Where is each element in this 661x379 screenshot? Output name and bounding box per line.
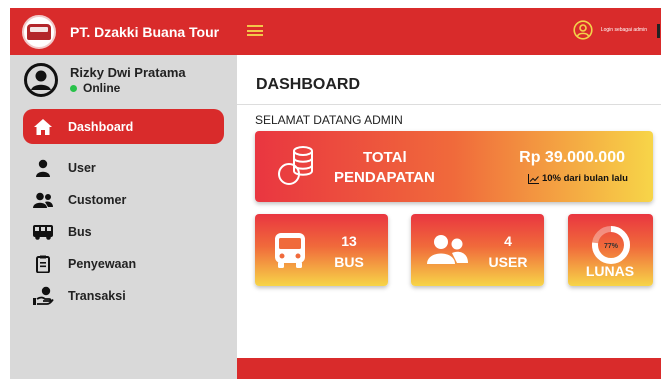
total-income-growth: 10% dari bulan lalu [527, 173, 628, 184]
user-status-label: Online [83, 81, 121, 95]
coins-icon [278, 146, 313, 185]
user-name: Rizky Dwi Pratama [70, 65, 186, 80]
account-menu[interactable]: Login sebagai admin [573, 20, 647, 40]
topbar: Login sebagai admin [237, 8, 661, 55]
sidebar-item-label: Bus [68, 225, 92, 239]
user-count-card[interactable]: 4 USER [411, 214, 544, 286]
total-income-card[interactable]: TOTAl PENDAPATAN Rp 39.000.000 10% dari … [255, 131, 653, 202]
sidebar-item-penyewaan[interactable]: Penyewaan [10, 248, 237, 280]
paid-percent: 77% [604, 243, 619, 250]
user-count-label: USER [488, 254, 528, 270]
hand-coin-icon [32, 286, 54, 306]
login-as-text: Login sebagai admin [600, 27, 647, 33]
bus-front-icon [275, 233, 305, 268]
bus-count-label: BUS [334, 254, 364, 270]
page-title: DASHBOARD [256, 76, 360, 93]
sidebar-item-user[interactable]: User [10, 152, 237, 184]
trend-up-icon [527, 173, 539, 184]
paid-label: LUNAS [585, 263, 635, 279]
sidebar-item-dashboard[interactable]: Dashboard [23, 109, 224, 144]
users-icon [32, 190, 54, 210]
user-icon [32, 158, 54, 178]
user-status: Online [70, 81, 186, 95]
bus-logo[interactable] [22, 14, 56, 49]
clipboard-icon [32, 254, 54, 274]
users-group-icon [427, 235, 468, 264]
page-header: DASHBOARD [237, 55, 661, 105]
brand-bar: PT. Dzakki Buana Tour [10, 8, 237, 55]
sidebar-item-label: Customer [68, 193, 127, 207]
sidebar-item-label: Transaksi [68, 289, 126, 303]
sidebar-nav: Dashboard User Customer Bus Penyewaan Tr… [10, 109, 237, 312]
user-panel: Rizky Dwi Pratama Online [10, 55, 237, 105]
sidebar-item-label: User [68, 161, 96, 175]
sidebar-item-label: Dashboard [68, 119, 134, 134]
user-circle-icon[interactable] [573, 20, 593, 40]
topbar-edge-divider [657, 24, 660, 38]
donut-progress-icon: 77% [592, 226, 630, 264]
paid-status-card[interactable]: 77% LUNAS [568, 214, 653, 286]
welcome-text: SELAMAT DATANG ADMIN [255, 113, 403, 127]
hamburger-icon[interactable] [247, 25, 263, 36]
bus-icon [32, 222, 54, 242]
growth-text: 10% dari bulan lalu [541, 173, 628, 184]
sidebar-item-label: Penyewaan [68, 257, 137, 271]
total-income-label-2: PENDAPATAN [334, 169, 435, 186]
total-income-amount: Rp 39.000.000 [519, 149, 625, 166]
total-income-label-1: TOTAl [363, 149, 407, 166]
user-avatar-icon [24, 63, 58, 97]
sidebar: PT. Dzakki Buana Tour Rizky Dwi Pratama … [10, 8, 237, 379]
brand-name[interactable]: PT. Dzakki Buana Tour [70, 24, 219, 40]
sidebar-item-bus[interactable]: Bus [10, 216, 237, 248]
user-count: 4 [504, 233, 512, 249]
footer-bar [237, 358, 661, 379]
online-dot-icon [70, 84, 77, 92]
home-icon [32, 117, 54, 137]
sidebar-item-customer[interactable]: Customer [10, 184, 237, 216]
bus-count-card[interactable]: 13 BUS [255, 214, 388, 286]
sidebar-item-transaksi[interactable]: Transaksi [10, 280, 237, 312]
bus-count: 13 [341, 233, 357, 249]
